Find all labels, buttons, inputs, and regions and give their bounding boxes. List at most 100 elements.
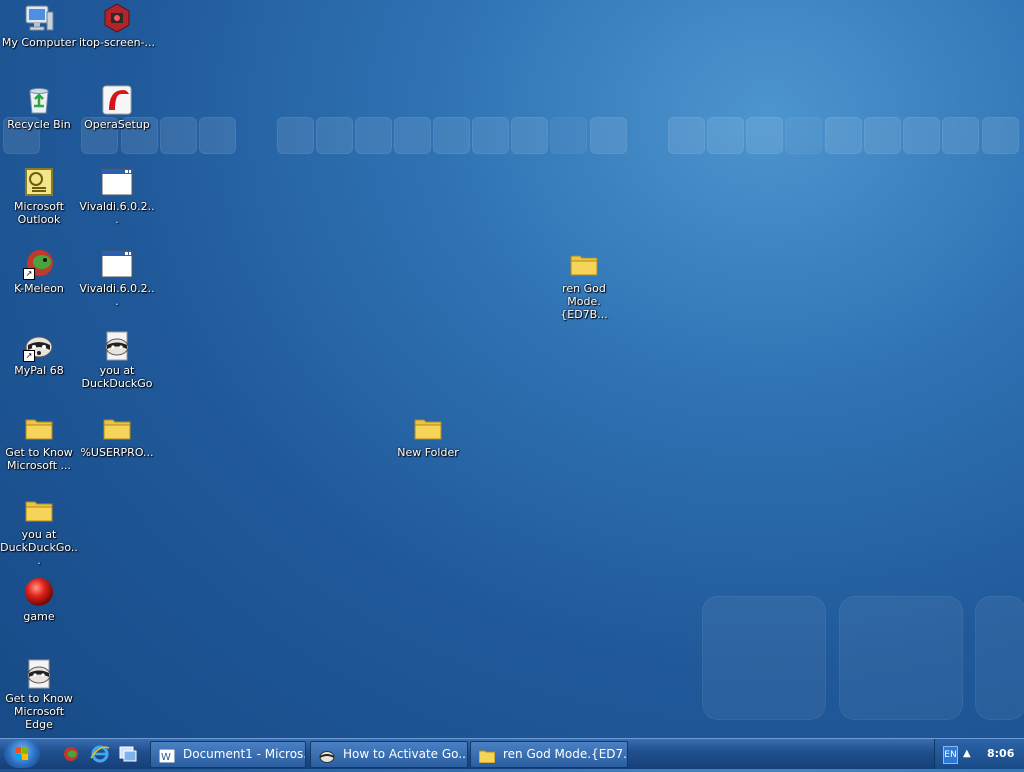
desktop-icon-label: OperaSetup [84,118,150,131]
desktop-icon-label: Vivaldi.6.0.2... [79,282,155,308]
mypal-document-icon [23,658,55,690]
window-app-icon [101,166,133,198]
desktop-icon-mypal-68[interactable]: ↗ MyPal 68 [0,330,78,377]
wallpaper-tile [355,117,392,154]
desktop-icon-userpro-folder[interactable]: %USERPRO... [78,412,156,459]
word-icon: W [158,747,176,764]
desktop-icon-label: Microsoft Outlook [13,200,65,226]
k-meleon-icon: ↗ [23,248,55,280]
wallpaper-tile [864,117,901,154]
desktop[interactable]: My Computer Recycle Bin Microsoft Outloo… [0,0,1024,738]
desktop-icon-label: game [23,610,55,623]
desktop-icon-label: ren God Mode.{ED7B... [560,282,608,321]
clock[interactable]: 8:06 [987,739,1014,769]
desktop-icon-get-to-know-microsoft-edge[interactable]: Get to Know Microsoft Edge [0,658,78,731]
wallpaper-tile [550,117,587,154]
taskbar-button-label: Document1 - Micros... [183,747,306,761]
wallpaper-tile [277,117,314,154]
wallpaper-tile [472,117,509,154]
wallpaper-tile [982,117,1019,154]
quick-launch-browser[interactable] [61,744,81,764]
desktop-icon-label: Recycle Bin [7,118,71,131]
quick-launch-switch-windows[interactable] [118,744,138,764]
internet-explorer-icon [90,745,110,763]
desktop-icon-label: you at DuckDuckGo... [0,528,78,567]
desktop-icon-itop-screen[interactable]: itop-screen-... [78,2,156,49]
desktop-icon-label: My Computer [1,36,77,49]
folder-icon [412,412,444,444]
wallpaper-tile [707,117,744,154]
wallpaper-big-tile [839,596,963,720]
svg-text:W: W [161,752,171,763]
desktop-icon-vivaldi-2[interactable]: Vivaldi.6.0.2... [78,248,156,308]
show-hidden-icons-icon[interactable]: ▲ [963,748,971,759]
desktop-icon-label: MyPal 68 [14,364,64,377]
desktop-icon-get-to-know-microsoft-folder[interactable]: Get to Know Microsoft ... [0,412,78,472]
desktop-icon-game[interactable]: game [0,576,78,623]
desktop-icon-label: K-Meleon [14,282,64,295]
wallpaper-big-tile [975,596,1024,720]
mypal-document-icon [101,330,133,362]
red-ball-icon [23,576,55,608]
computer-icon [23,2,55,34]
wallpaper-tile [903,117,940,154]
wallpaper-tile [942,117,979,154]
mypal-icon: ↗ [23,330,55,362]
wallpaper-tile [316,117,353,154]
wallpaper-tile [160,117,197,154]
shortcut-arrow-icon: ↗ [23,350,35,362]
wallpaper-tile [199,117,236,154]
desktop-icon-new-folder[interactable]: New Folder [389,412,467,459]
taskbar-button-ren-god-mode[interactable]: ren God Mode.{ED7... [470,741,628,768]
taskbar-button-label: How to Activate Go... [343,747,468,761]
wallpaper-tile [668,117,705,154]
wallpaper-tile [746,117,783,154]
recycle-bin-icon [23,84,55,116]
language-indicator[interactable]: EN [943,746,958,764]
wallpaper-big-tile [702,596,826,720]
folder-icon [478,747,496,764]
desktop-icon-my-computer[interactable]: My Computer [0,2,78,49]
desktop-icon-label: Get to Know Microsoft Edge [5,692,73,731]
taskbar-button-label: ren God Mode.{ED7... [503,747,628,761]
desktop-icon-label: %USERPRO... [80,446,154,459]
wallpaper-tile [433,117,470,154]
desktop-icon-label: you at DuckDuckGo [81,364,153,390]
wallpaper-tile [590,117,627,154]
start-button[interactable] [4,740,40,768]
desktop-icon-you-at-duckduckgo[interactable]: you at DuckDuckGo [78,330,156,390]
quick-launch-internet-explorer[interactable] [90,744,110,764]
outlook-icon [23,166,55,198]
desktop-icon-ren-god-mode-folder[interactable]: ren God Mode.{ED7B... [545,248,623,321]
folder-icon [101,412,133,444]
shortcut-arrow-icon: ↗ [23,268,35,280]
switch-windows-icon [119,746,137,762]
desktop-icon-you-at-duckduckgo-folder[interactable]: you at DuckDuckGo... [0,494,78,567]
desktop-icon-operasetup[interactable]: OperaSetup [78,84,156,131]
wallpaper-tile [394,117,431,154]
taskbar-button-document1[interactable]: W Document1 - Micros... [150,741,306,768]
folder-icon [23,412,55,444]
desktop-icon-label: Vivaldi.6.0.2... [79,200,155,226]
desktop-icon-microsoft-outlook[interactable]: Microsoft Outlook [0,166,78,226]
wallpaper-tile [785,117,822,154]
browser-icon [64,747,78,761]
desktop-icon-vivaldi-1[interactable]: Vivaldi.6.0.2... [78,166,156,226]
folder-icon [23,494,55,526]
screen-recorder-icon [101,2,133,34]
folder-icon [568,248,600,280]
desktop-icon-label: Get to Know Microsoft ... [5,446,73,472]
desktop-icon-recycle-bin[interactable]: Recycle Bin [0,84,78,131]
wallpaper-tile [511,117,548,154]
desktop-icon-k-meleon[interactable]: ↗ K-Meleon [0,248,78,295]
desktop-icon-label: itop-screen-... [78,36,156,49]
taskbar: W Document1 - Micros... How to Activate … [0,738,1024,769]
system-tray: EN ▲ 8:06 [934,739,1024,769]
start-orb-icon [15,747,28,760]
window-app-icon [101,248,133,280]
taskbar-button-how-to-activate[interactable]: How to Activate Go... [310,741,468,768]
desktop-icon-label: New Folder [397,446,459,459]
mypal-icon [319,747,335,763]
opera-installer-icon [101,84,133,116]
wallpaper-tile [825,117,862,154]
